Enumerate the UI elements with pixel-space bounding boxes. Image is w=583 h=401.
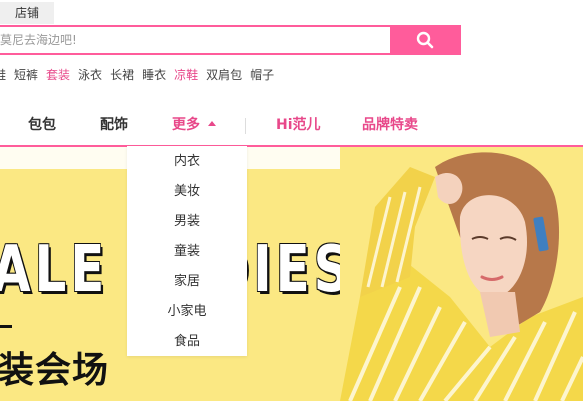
model-photo (340, 147, 583, 401)
menu-item[interactable]: 美妆 (127, 182, 247, 202)
banner-subtitle: 装会场 (0, 350, 110, 391)
nav-divider (245, 118, 246, 134)
hot-word[interactable]: 套装 (46, 66, 70, 84)
search-box (0, 25, 390, 55)
category-nav: 包包 配饰 更多 Hi范儿 品牌特卖 (0, 110, 583, 140)
menu-item[interactable]: 内衣 (127, 152, 247, 172)
menu-item[interactable]: 小家电 (127, 302, 247, 322)
hot-word[interactable]: 凉鞋 (174, 66, 198, 84)
nav-item-hi-fan[interactable]: Hi范儿 (276, 115, 321, 135)
menu-item[interactable]: 家居 (127, 272, 247, 292)
menu-item[interactable]: 男装 (127, 212, 247, 232)
search-icon (416, 31, 434, 49)
promo-banner[interactable]: ALE LADIES 装会场 (0, 147, 583, 401)
search-button[interactable] (390, 25, 461, 55)
nav-item-brand-sale[interactable]: 品牌特卖 (362, 115, 418, 135)
search-input[interactable] (0, 27, 390, 53)
menu-item[interactable]: 童装 (127, 242, 247, 262)
hot-search-words: 鞋短裤 套装 泳衣 长裙 睡衣 凉鞋 双肩包 帽子 (0, 66, 282, 84)
tab-shop[interactable]: 店铺 (0, 2, 54, 24)
more-dropdown-menu: 内衣 美妆 男装 童装 家居 小家电 食品 (127, 146, 247, 356)
hot-word[interactable]: 泳衣 (78, 66, 102, 84)
nav-item-bags[interactable]: 包包 (28, 115, 56, 135)
hot-word[interactable]: 睡衣 (142, 66, 166, 84)
nav-item-accessories[interactable]: 配饰 (100, 115, 128, 135)
nav-item-more-label: 更多 (172, 117, 200, 133)
nav-item-more[interactable]: 更多 (172, 115, 216, 135)
hot-word[interactable]: 帽子 (250, 66, 274, 84)
hot-word[interactable]: 长裙 (110, 66, 134, 84)
hot-word[interactable]: 短裤 (14, 66, 38, 84)
hot-word[interactable]: 鞋 (0, 66, 6, 84)
menu-item[interactable]: 食品 (127, 332, 247, 352)
banner-dash (0, 325, 12, 328)
caret-up-icon (208, 120, 216, 126)
hot-word[interactable]: 双肩包 (206, 66, 242, 84)
